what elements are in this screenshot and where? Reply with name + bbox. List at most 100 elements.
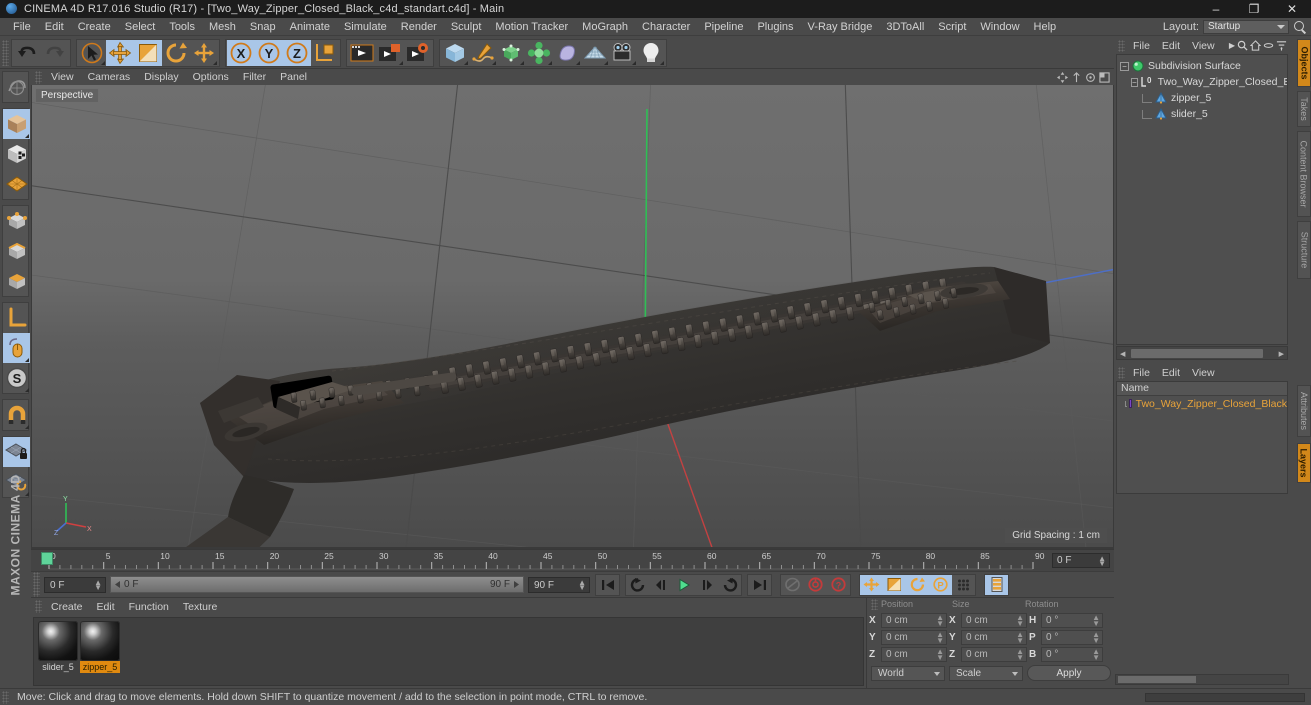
rotation-b-input[interactable]: 0 ° ▲ ▼ bbox=[1041, 646, 1103, 662]
attribute-manager-grip[interactable] bbox=[1118, 366, 1125, 379]
parameter-key-icon[interactable] bbox=[952, 575, 975, 595]
spinner-icon[interactable]: ▲ ▼ bbox=[94, 578, 102, 591]
ellipse-icon[interactable] bbox=[1263, 40, 1274, 51]
menu-tools[interactable]: Tools bbox=[162, 18, 202, 36]
cube-primitive-icon[interactable] bbox=[441, 40, 469, 66]
size-x-input[interactable]: 0 cm ▲ ▼ bbox=[961, 612, 1027, 628]
vertical-tab-attributes[interactable]: Attributes bbox=[1297, 385, 1311, 437]
vertical-tab-content-browser[interactable]: Content Browser bbox=[1297, 131, 1311, 217]
go-to-end-icon[interactable] bbox=[748, 575, 771, 595]
menu-create[interactable]: Create bbox=[71, 18, 118, 36]
timeline-frame-field[interactable]: 0 F ▲ ▼ bbox=[1052, 553, 1110, 568]
rotate-icon[interactable] bbox=[162, 40, 190, 66]
expander-toggle[interactable]: − bbox=[1131, 77, 1138, 87]
maximize-button[interactable]: ❐ bbox=[1235, 0, 1273, 18]
menu-simulate[interactable]: Simulate bbox=[337, 18, 394, 36]
go-to-start-icon[interactable] bbox=[596, 575, 619, 595]
menu-plugins[interactable]: Plugins bbox=[750, 18, 800, 36]
menu-animate[interactable]: Animate bbox=[283, 18, 337, 36]
menu-render[interactable]: Render bbox=[394, 18, 444, 36]
object-manager-hscrollbar[interactable]: ◀ ▶ bbox=[1116, 346, 1288, 360]
end-frame-field[interactable]: 90 F ▲ ▼ bbox=[528, 576, 590, 593]
size-z-input[interactable]: 0 cm ▲ ▼ bbox=[961, 646, 1027, 662]
viewport-menu-cameras[interactable]: Cameras bbox=[81, 71, 138, 83]
preview-range-track[interactable]: 0 F 90 F bbox=[110, 576, 524, 593]
make-editable-icon[interactable] bbox=[3, 72, 30, 102]
viewport-menu-view[interactable]: View bbox=[44, 71, 81, 83]
material-swatch[interactable]: slider_5 bbox=[38, 621, 78, 673]
position-y-input[interactable]: 0 cm ▲ ▼ bbox=[881, 629, 947, 645]
scrollbar-thumb[interactable] bbox=[1118, 676, 1196, 683]
vertical-tab-structure[interactable]: Structure bbox=[1297, 221, 1311, 279]
rotate-view-icon[interactable] bbox=[1085, 72, 1096, 83]
material-list[interactable]: slider_5 zipper_5 bbox=[33, 617, 864, 686]
filter-icon[interactable] bbox=[1276, 40, 1287, 51]
menu-edit[interactable]: Edit bbox=[38, 18, 71, 36]
search-icon[interactable] bbox=[1293, 20, 1307, 34]
spinner-icon[interactable]: ▲ ▼ bbox=[936, 647, 944, 661]
viewport-solo-icon[interactable] bbox=[3, 333, 30, 363]
scale-key-icon[interactable] bbox=[883, 574, 906, 595]
maximize-view-icon[interactable] bbox=[1099, 71, 1110, 83]
keyframe-selection-icon[interactable]: ? bbox=[827, 575, 850, 595]
spinner-icon[interactable]: ▲ ▼ bbox=[1016, 630, 1024, 644]
coordinate-system-dropdown[interactable]: World bbox=[871, 665, 945, 681]
attribute-row[interactable]: Two_Way_Zipper_Closed_Black bbox=[1117, 396, 1287, 411]
scroll-left-icon[interactable]: ◀ bbox=[1120, 350, 1125, 358]
axis-x-icon[interactable]: X bbox=[227, 39, 255, 66]
render-view-icon[interactable] bbox=[348, 40, 376, 66]
world-coordinate-icon[interactable] bbox=[311, 40, 339, 66]
playbar-grip[interactable] bbox=[33, 571, 40, 598]
attribute-manager-menu-view[interactable]: View bbox=[1186, 367, 1221, 379]
vertical-tab-layers[interactable]: Layers bbox=[1297, 443, 1311, 483]
spinner-icon[interactable]: ▲ ▼ bbox=[1098, 555, 1106, 568]
attribute-list[interactable]: Name Two_Way_Zipper_Closed_Black bbox=[1116, 381, 1288, 494]
points-mode-icon[interactable] bbox=[3, 206, 30, 236]
step-forward-icon[interactable] bbox=[695, 575, 718, 595]
current-frame-marker[interactable] bbox=[41, 552, 53, 565]
coordinates-grip[interactable] bbox=[871, 599, 878, 610]
workplane-lock-icon[interactable] bbox=[3, 437, 30, 467]
vertical-tab-objects[interactable]: Objects bbox=[1297, 39, 1311, 87]
menu-snap[interactable]: Snap bbox=[243, 18, 283, 36]
material-menu-create[interactable]: Create bbox=[44, 601, 90, 613]
play-icon[interactable] bbox=[672, 575, 695, 595]
viewport-menu-panel[interactable]: Panel bbox=[273, 71, 314, 83]
render-picture-viewer-icon[interactable] bbox=[376, 40, 404, 66]
model-mode-icon[interactable] bbox=[3, 109, 30, 139]
object-tree-row[interactable]: zipper_5 bbox=[1120, 90, 1287, 106]
camera-icon[interactable] bbox=[609, 40, 637, 66]
menu-character[interactable]: Character bbox=[635, 18, 697, 36]
perspective-viewport[interactable]: Perspective Grid Spacing : 1 cm Y X Z bbox=[32, 85, 1113, 547]
move-icon[interactable] bbox=[106, 39, 134, 66]
object-tree-row[interactable]: slider_5 bbox=[1120, 106, 1287, 122]
home-icon[interactable] bbox=[1250, 40, 1261, 51]
autokey-icon[interactable] bbox=[781, 575, 804, 595]
object-manager-grip[interactable] bbox=[1118, 39, 1125, 52]
menu-sculpt[interactable]: Sculpt bbox=[444, 18, 489, 36]
scrollbar-thumb[interactable] bbox=[1131, 349, 1263, 358]
object-manager-menu-view[interactable]: View bbox=[1186, 40, 1221, 52]
play-reverse-loop-icon[interactable] bbox=[626, 575, 649, 595]
menu-3dtoall[interactable]: 3DToAll bbox=[879, 18, 931, 36]
object-manager-menu-edit[interactable]: Edit bbox=[1156, 40, 1186, 52]
deformer-icon[interactable] bbox=[553, 40, 581, 66]
pla-key-icon[interactable]: P bbox=[929, 574, 952, 595]
render-settings-icon[interactable] bbox=[404, 40, 432, 66]
viewport-menu-options[interactable]: Options bbox=[186, 71, 236, 83]
move-alt-icon[interactable] bbox=[190, 40, 218, 66]
viewport-menu-filter[interactable]: Filter bbox=[236, 71, 273, 83]
spline-pen-icon[interactable] bbox=[469, 40, 497, 66]
live-selection-icon[interactable] bbox=[78, 40, 106, 66]
redo-icon[interactable] bbox=[41, 40, 69, 66]
object-tree-row[interactable]: −0 Two_Way_Zipper_Closed_Black bbox=[1120, 74, 1287, 90]
snap-magnet-icon[interactable] bbox=[3, 400, 30, 430]
minimize-button[interactable]: – bbox=[1197, 0, 1235, 18]
zoom-icon[interactable] bbox=[1071, 71, 1082, 83]
material-manager-grip[interactable] bbox=[35, 600, 42, 613]
workplane-mode-icon[interactable] bbox=[3, 169, 30, 199]
spinner-icon[interactable]: ▲ ▼ bbox=[936, 630, 944, 644]
size-y-input[interactable]: 0 cm ▲ ▼ bbox=[961, 629, 1027, 645]
menu-file[interactable]: File bbox=[6, 18, 38, 36]
viewport-menu-grip[interactable] bbox=[35, 70, 42, 84]
